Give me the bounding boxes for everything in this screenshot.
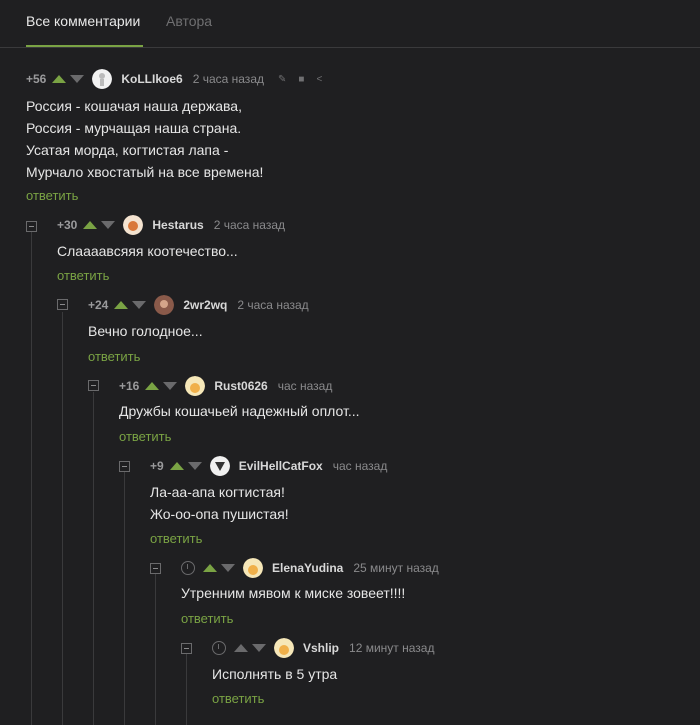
thread-line: [124, 472, 125, 725]
pencil-icon[interactable]: ✎: [278, 74, 286, 85]
upvote-icon[interactable]: [83, 221, 98, 229]
tab-author[interactable]: Автора: [166, 13, 212, 29]
comment-line: Мурчало хвостатый на все времена!: [26, 164, 264, 180]
thread-line: [31, 232, 32, 725]
collapse-icon[interactable]: [181, 643, 192, 654]
comment-username[interactable]: ElenaYudina: [272, 561, 343, 575]
upvote-icon[interactable]: [203, 564, 217, 572]
thread-line: [155, 574, 156, 725]
comment-time[interactable]: 2 часа назад: [193, 72, 264, 86]
reply-link[interactable]: ответить: [26, 188, 78, 203]
avatar[interactable]: [209, 456, 230, 476]
collapse-icon[interactable]: [119, 461, 130, 472]
avatar[interactable]: [92, 69, 113, 89]
comment-line: Ла-аа-апа когтистая!: [150, 484, 285, 500]
comment-username[interactable]: EvilHellCatFox: [239, 459, 323, 473]
collapse-icon[interactable]: [57, 299, 68, 310]
comment-time[interactable]: 12 минут назад: [349, 641, 434, 655]
comment-time[interactable]: час назад: [333, 459, 388, 473]
comment-score: +56: [26, 72, 47, 86]
comment-line: Жо-оо-опа пушистая!: [150, 506, 289, 522]
avatar[interactable]: [154, 295, 175, 315]
upvote-icon[interactable]: [114, 301, 129, 309]
comment-header: +30 Hestarus 2 часа назад: [57, 215, 299, 235]
comment-username[interactable]: Hestarus: [152, 218, 203, 232]
downvote-icon[interactable]: [187, 462, 202, 470]
avatar[interactable]: [185, 376, 206, 396]
comment-time[interactable]: 2 часа назад: [214, 218, 285, 232]
tab-all-comments[interactable]: Все комментарии: [26, 13, 140, 29]
comment-username[interactable]: 2wr2wq: [183, 298, 227, 312]
collapse-icon[interactable]: [150, 563, 161, 574]
comment-time[interactable]: 2 часа назад: [237, 298, 308, 312]
thread-line: [186, 654, 187, 725]
avatar[interactable]: [123, 215, 144, 235]
comment-username[interactable]: KoLLIkoe6: [121, 72, 182, 86]
reply-link[interactable]: ответить: [88, 349, 140, 364]
comment-tabs: Все комментарии Автора: [0, 0, 700, 48]
thread-line: [93, 392, 94, 725]
reply-link[interactable]: ответить: [181, 611, 233, 626]
upvote-icon[interactable]: [234, 644, 248, 652]
reply-link[interactable]: ответить: [119, 429, 171, 444]
clock-icon: [181, 561, 195, 575]
downvote-icon[interactable]: [101, 221, 116, 229]
avatar[interactable]: [274, 638, 294, 658]
comment-text: Вечно голодное...: [88, 320, 203, 342]
downvote-icon[interactable]: [221, 564, 235, 572]
comment-header: ElenaYudina 25 минут назад: [181, 558, 453, 578]
share-icon[interactable]: <: [316, 74, 322, 85]
comment-line: Вечно голодное...: [88, 323, 203, 339]
reply-link[interactable]: ответить: [212, 691, 264, 706]
avatar[interactable]: [243, 558, 263, 578]
comment-line: Россия - мурчащая наша страна.: [26, 120, 242, 136]
comment-header: +9 EvilHellCatFox час назад: [150, 456, 401, 476]
comment-header: +24 2wr2wq 2 часа назад: [88, 295, 323, 315]
downvote-icon[interactable]: [252, 644, 266, 652]
comment-line: Дружбы кошачьей надежный оплот...: [119, 403, 360, 419]
downvote-icon[interactable]: [70, 75, 85, 83]
comment-text: Ла-аа-апа когтистая! Жо-оо-опа пушистая!: [150, 481, 289, 525]
comment-header: Vshlip 12 минут назад: [212, 638, 448, 658]
downvote-icon[interactable]: [132, 301, 147, 309]
comment-username[interactable]: Vshlip: [303, 641, 339, 655]
reply-link[interactable]: ответить: [57, 268, 109, 283]
comment-line: Утренним мявом к миске зовеет!!!!: [181, 585, 406, 601]
comment-score: +30: [57, 218, 78, 232]
comment-header: +16 Rust0626 час назад: [119, 376, 346, 396]
comment-score: +24: [88, 298, 109, 312]
collapse-icon[interactable]: [88, 380, 99, 391]
collapse-icon[interactable]: [26, 221, 37, 232]
upvote-icon[interactable]: [52, 75, 67, 83]
comment-line: Слаааавсяяя коотечество...: [57, 243, 238, 259]
comment-text: Исполнять в 5 утра: [212, 663, 337, 685]
upvote-icon[interactable]: [145, 382, 160, 390]
comment-text: Россия - кошачая наша держава, Россия - …: [26, 95, 263, 183]
comment-score: +9: [150, 459, 164, 473]
comment-header: +56 KoLLIkoe6 2 часа назад ✎ ■ <: [26, 69, 334, 89]
thread-line: [62, 312, 63, 725]
reply-link[interactable]: ответить: [150, 531, 202, 546]
save-icon[interactable]: ■: [298, 74, 304, 85]
comment-text: Утренним мявом к миске зовеет!!!!: [181, 582, 405, 604]
clock-icon: [212, 641, 226, 655]
comment-username[interactable]: Rust0626: [214, 379, 267, 393]
comment-line: Россия - кошачая наша держава,: [26, 98, 242, 114]
downvote-icon[interactable]: [163, 382, 178, 390]
comment-line: Исполнять в 5 утра: [212, 666, 338, 682]
comment-text: Слаааавсяяя коотечество...: [57, 240, 238, 262]
comment-text: Дружбы кошачьей надежный оплот...: [119, 400, 360, 422]
comment-line: Усатая морда, когтистая лапа -: [26, 142, 229, 158]
comment-score: +16: [119, 379, 140, 393]
active-tab-indicator: [26, 45, 143, 47]
comment-time[interactable]: 25 минут назад: [353, 561, 438, 575]
upvote-icon[interactable]: [169, 462, 184, 470]
comment-time[interactable]: час назад: [278, 379, 333, 393]
